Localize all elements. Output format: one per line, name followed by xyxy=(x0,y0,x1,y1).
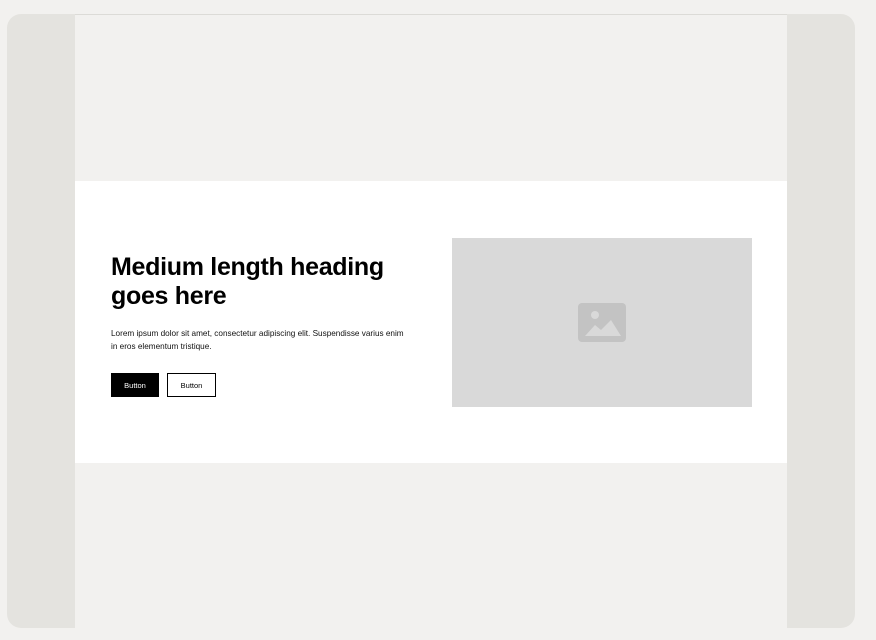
design-canvas: Medium length heading goes here Lorem ip… xyxy=(7,14,855,628)
hero-section: Medium length heading goes here Lorem ip… xyxy=(75,181,787,463)
hero-image-placeholder xyxy=(452,238,752,407)
hero-text-group: Medium length heading goes here Lorem ip… xyxy=(111,253,411,397)
primary-button[interactable]: Button xyxy=(111,373,159,397)
button-row: Button Button xyxy=(111,373,411,397)
hero-body-text: Lorem ipsum dolor sit amet, consectetur … xyxy=(111,329,404,351)
hero-heading: Medium length heading goes here xyxy=(111,253,384,310)
secondary-button[interactable]: Button xyxy=(167,373,216,397)
artboard-frame: Medium length heading goes here Lorem ip… xyxy=(75,14,787,628)
image-icon xyxy=(578,303,626,342)
